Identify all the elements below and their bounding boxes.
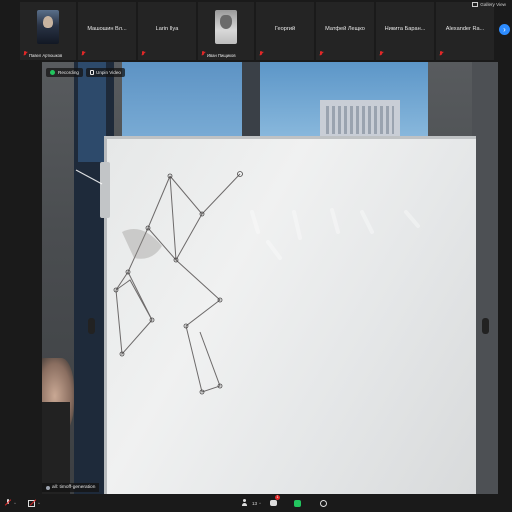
muted-mic-icon xyxy=(4,499,12,507)
video-options-caret[interactable]: ^ xyxy=(38,501,40,506)
gallery-view-button[interactable]: Gallery View xyxy=(472,2,506,7)
participant-name: Матфей Лещко xyxy=(325,26,365,32)
participant-name: Георгий xyxy=(274,26,296,32)
pin-icon xyxy=(90,70,94,75)
participants-options-caret[interactable]: ^ xyxy=(259,501,261,506)
muted-mic-icon xyxy=(201,51,206,57)
participants-count: 13 xyxy=(252,500,258,506)
chat-unread-badge: 1 xyxy=(275,495,280,500)
participant-tile[interactable]: Матфей Лещко xyxy=(316,2,374,60)
muted-mic-icon xyxy=(259,51,264,57)
gallery-grid-icon xyxy=(472,2,479,7)
participant-tile[interactable]: Иван Пищиков xyxy=(198,2,254,60)
chevron-right-icon[interactable]: › xyxy=(499,24,510,35)
whiteboard-graph-drawing xyxy=(75,169,420,395)
active-speaker-label: all: timoff-generation xyxy=(42,483,100,492)
door-handle xyxy=(482,318,489,334)
presenter-body xyxy=(42,402,70,494)
record-button[interactable] xyxy=(320,497,327,509)
participant-name: Никита Баран... xyxy=(384,26,426,32)
participant-tile[interactable]: Павел Артюшков xyxy=(20,2,76,60)
chat-icon xyxy=(270,500,277,506)
participant-avatar xyxy=(37,10,59,44)
muted-mic-icon xyxy=(379,51,384,57)
mute-button[interactable]: ^ xyxy=(4,497,16,509)
share-screen-icon xyxy=(294,499,301,507)
muted-mic-icon xyxy=(81,51,86,57)
speaker-icon xyxy=(46,485,50,490)
recording-label: Recording xyxy=(58,70,79,75)
meeting-toolbar: ^ ^ 13 ^ 1 xyxy=(0,494,512,512)
zoom-meeting-window: Павел Артюшков Машошин Вл... Larin Ilya … xyxy=(0,0,512,512)
participant-tile[interactable]: Машошин Вл... xyxy=(78,2,136,60)
participant-avatar xyxy=(215,10,237,44)
participant-strip: Павел Артюшков Машошин Вл... Larin Ilya … xyxy=(0,0,512,62)
pinned-video[interactable]: Recording Unpin Video all: timoff-genera… xyxy=(42,62,498,494)
recording-dot-icon xyxy=(50,70,55,75)
door-handle xyxy=(88,318,95,334)
participant-name: Машошин Вл... xyxy=(87,26,127,32)
participant-name-label: Иван Пищиков xyxy=(207,53,236,58)
recording-indicator[interactable]: Recording xyxy=(46,68,83,77)
video-off-icon xyxy=(28,499,36,507)
participant-tile[interactable]: Larin Ilya xyxy=(138,2,196,60)
unpin-video-button[interactable]: Unpin Video xyxy=(86,68,125,77)
share-screen-button[interactable] xyxy=(294,497,301,509)
muted-mic-icon xyxy=(141,51,146,57)
participant-tile[interactable]: Alexander Ra... xyxy=(436,2,494,60)
muted-mic-icon xyxy=(319,51,324,57)
participant-name: Alexander Ra... xyxy=(445,26,485,32)
record-icon xyxy=(320,499,327,507)
participant-tile[interactable]: Георгий xyxy=(256,2,314,60)
muted-mic-icon xyxy=(439,51,444,57)
participant-name: Larin Ilya xyxy=(155,26,179,32)
start-video-button[interactable]: ^ xyxy=(28,497,40,509)
active-speaker-name: all: timoff-generation xyxy=(52,485,96,490)
participants-button[interactable]: 13 ^ xyxy=(242,497,261,509)
gallery-view-label: Gallery View xyxy=(480,2,506,7)
participants-icon xyxy=(242,499,250,507)
unpin-video-label: Unpin Video xyxy=(96,70,121,75)
participant-tile[interactable]: Никита Баран... xyxy=(376,2,434,60)
mute-options-caret[interactable]: ^ xyxy=(14,501,16,506)
muted-mic-icon xyxy=(23,51,28,57)
participant-name-label: Павел Артюшков xyxy=(29,53,63,58)
